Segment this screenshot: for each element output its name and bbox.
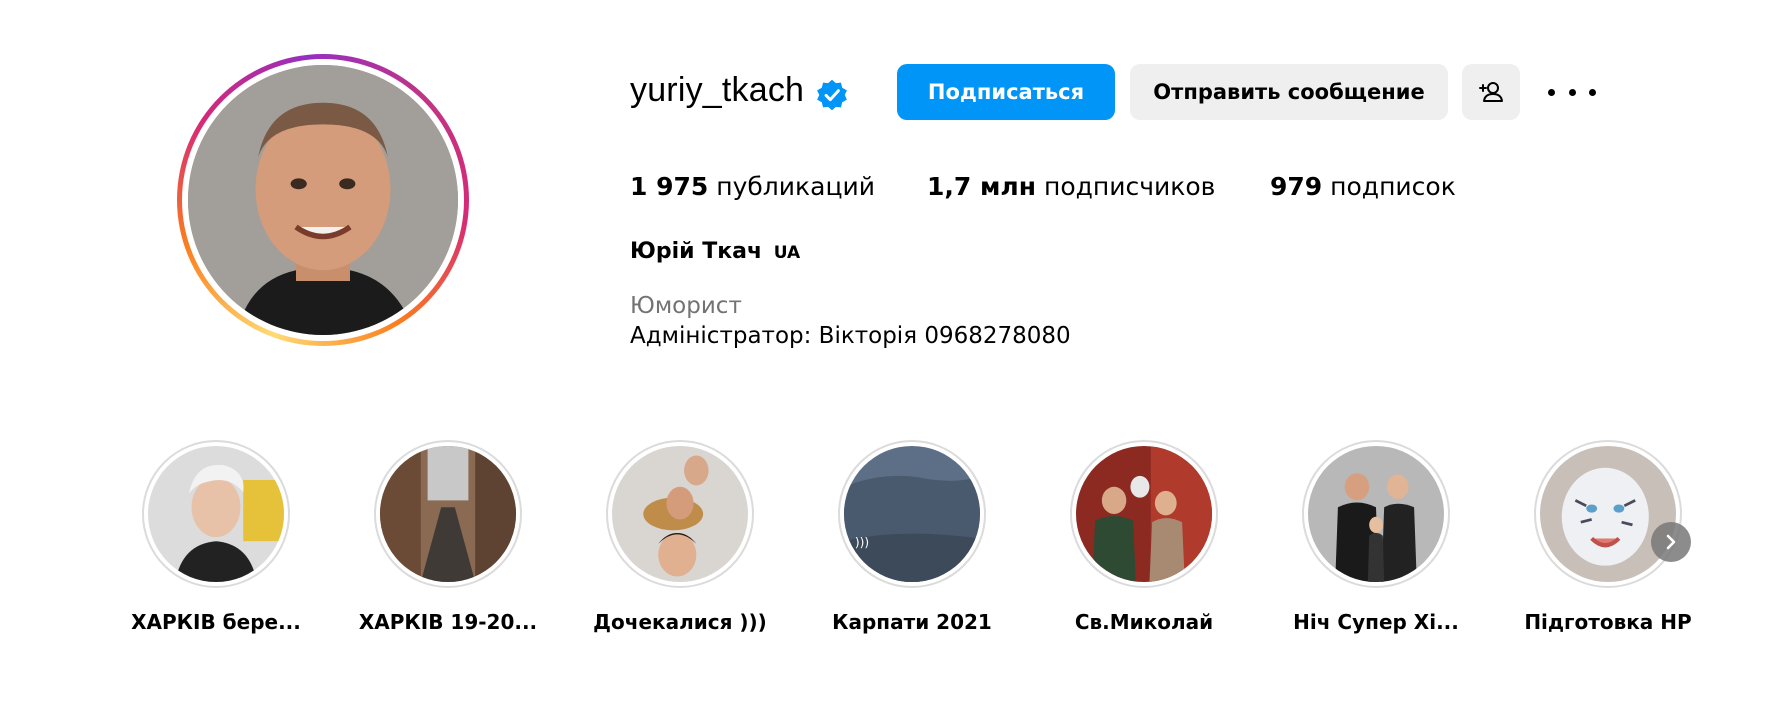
profile-avatar[interactable] <box>177 54 469 346</box>
chevron-right-icon <box>1666 534 1676 550</box>
highlight-cover <box>380 446 516 582</box>
highlight-cover <box>148 446 284 582</box>
followers-stat[interactable]: 1,7 млн подписчиков <box>927 172 1215 201</box>
highlight-cover <box>1540 446 1676 582</box>
story-highlights: ХАРКІВ бере... ХАРКІВ 19-20... Дочекалис… <box>0 440 1767 640</box>
following-label: подписок <box>1330 172 1456 201</box>
add-person-icon <box>1479 82 1503 102</box>
following-stat[interactable]: 979 подписок <box>1270 172 1456 201</box>
highlight-cover <box>612 446 748 582</box>
following-count: 979 <box>1270 172 1323 201</box>
highlights-next-button[interactable] <box>1651 522 1691 562</box>
highlight-label: Св.Миколай <box>1074 610 1214 634</box>
avatar-image <box>188 65 458 335</box>
highlight-item[interactable]: Св.Миколай <box>1028 440 1260 634</box>
highlight-ring <box>1534 440 1682 588</box>
full-name-text: Юрій Ткач <box>630 239 763 264</box>
highlight-ring: ))) <box>838 440 986 588</box>
highlight-ring <box>1302 440 1450 588</box>
more-dot <box>1568 88 1576 96</box>
highlight-label: Карпати 2021 <box>832 610 992 634</box>
highlight-item[interactable]: ХАРКІВ бере... <box>100 440 332 634</box>
posts-label: публикаций <box>716 172 875 201</box>
followers-count: 1,7 млн <box>927 172 1037 201</box>
highlight-label: Ніч Супер Хі... <box>1293 610 1459 634</box>
highlight-cover <box>1076 446 1212 582</box>
profile-username: yuriy_tkach <box>630 71 805 109</box>
highlight-item[interactable]: ХАРКІВ 19-20... <box>332 440 564 634</box>
svg-text:))): ))) <box>855 536 869 550</box>
verified-badge-icon <box>817 79 847 111</box>
profile-bio: Адміністратор: Вікторія 0968278080 <box>630 323 1071 349</box>
highlight-label: Підготовка НР <box>1524 610 1692 634</box>
highlight-cover <box>1308 446 1444 582</box>
highlight-ring <box>374 440 522 588</box>
more-dot <box>1548 88 1555 96</box>
posts-count: 1 975 <box>630 172 709 201</box>
send-message-button[interactable]: Отправить сообщение <box>1130 64 1448 120</box>
highlight-item[interactable]: Дочекалися ))) <box>564 440 796 634</box>
highlight-item[interactable]: Ніч Супер Хі... <box>1260 440 1492 634</box>
more-options-icon[interactable] <box>1548 76 1596 108</box>
highlight-item[interactable]: ))) Карпати 2021 <box>796 440 1028 634</box>
more-dot <box>1589 88 1596 96</box>
highlight-ring <box>142 440 290 588</box>
followers-label: подписчиков <box>1043 172 1216 201</box>
highlight-ring <box>1070 440 1218 588</box>
highlight-cover: ))) <box>844 446 980 582</box>
avatar-gap <box>182 59 464 341</box>
highlight-label: Дочекалися ))) <box>593 610 767 634</box>
highlight-label: ХАРКІВ бере... <box>131 610 301 634</box>
name-flag: UA <box>773 243 801 263</box>
profile-full-name: Юрій Ткач UA <box>630 239 800 264</box>
posts-stat: 1 975 публикаций <box>630 172 875 201</box>
highlight-label: ХАРКІВ 19-20... <box>358 610 538 634</box>
follow-button[interactable]: Подписаться <box>897 64 1115 120</box>
suggested-accounts-button[interactable] <box>1462 64 1520 120</box>
profile-category: Юморист <box>630 293 742 319</box>
highlight-ring <box>606 440 754 588</box>
